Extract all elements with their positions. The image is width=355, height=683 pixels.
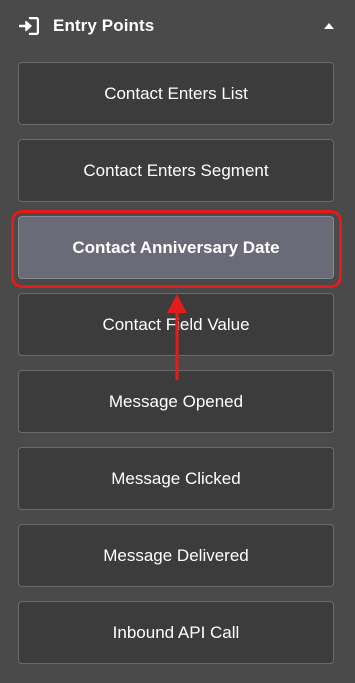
- entry-point-contact-field-value[interactable]: Contact Field Value: [18, 293, 334, 356]
- entry-points-panel: Entry Points Contact Enters List Contact…: [0, 0, 355, 683]
- entry-point-label: Contact Field Value: [102, 314, 250, 334]
- entry-point-label: Contact Anniversary Date: [72, 237, 280, 257]
- entry-point-message-opened[interactable]: Message Opened: [18, 370, 334, 433]
- entry-point-label: Message Clicked: [111, 468, 241, 488]
- entry-point-inbound-api-call[interactable]: Inbound API Call: [18, 601, 334, 664]
- sign-in-icon: [19, 17, 39, 35]
- entry-point-message-delivered[interactable]: Message Delivered: [18, 524, 334, 587]
- entry-point-label: Inbound API Call: [112, 622, 240, 642]
- entry-point-contact-anniversary-date[interactable]: Contact Anniversary Date: [18, 216, 334, 279]
- entry-points-header[interactable]: Entry Points: [0, 0, 355, 54]
- entry-point-label: Message Opened: [108, 391, 244, 411]
- caret-up-icon[interactable]: [321, 18, 337, 34]
- entry-point-message-clicked[interactable]: Message Clicked: [18, 447, 334, 510]
- section-title: Entry Points: [53, 16, 155, 35]
- entry-point-label: Contact Enters Segment: [83, 160, 269, 180]
- entry-point-label: Message Delivered: [103, 545, 249, 565]
- entry-point-label: Contact Enters List: [104, 83, 248, 103]
- entry-point-contact-enters-list[interactable]: Contact Enters List: [18, 62, 334, 125]
- entry-point-contact-enters-segment[interactable]: Contact Enters Segment: [18, 139, 334, 202]
